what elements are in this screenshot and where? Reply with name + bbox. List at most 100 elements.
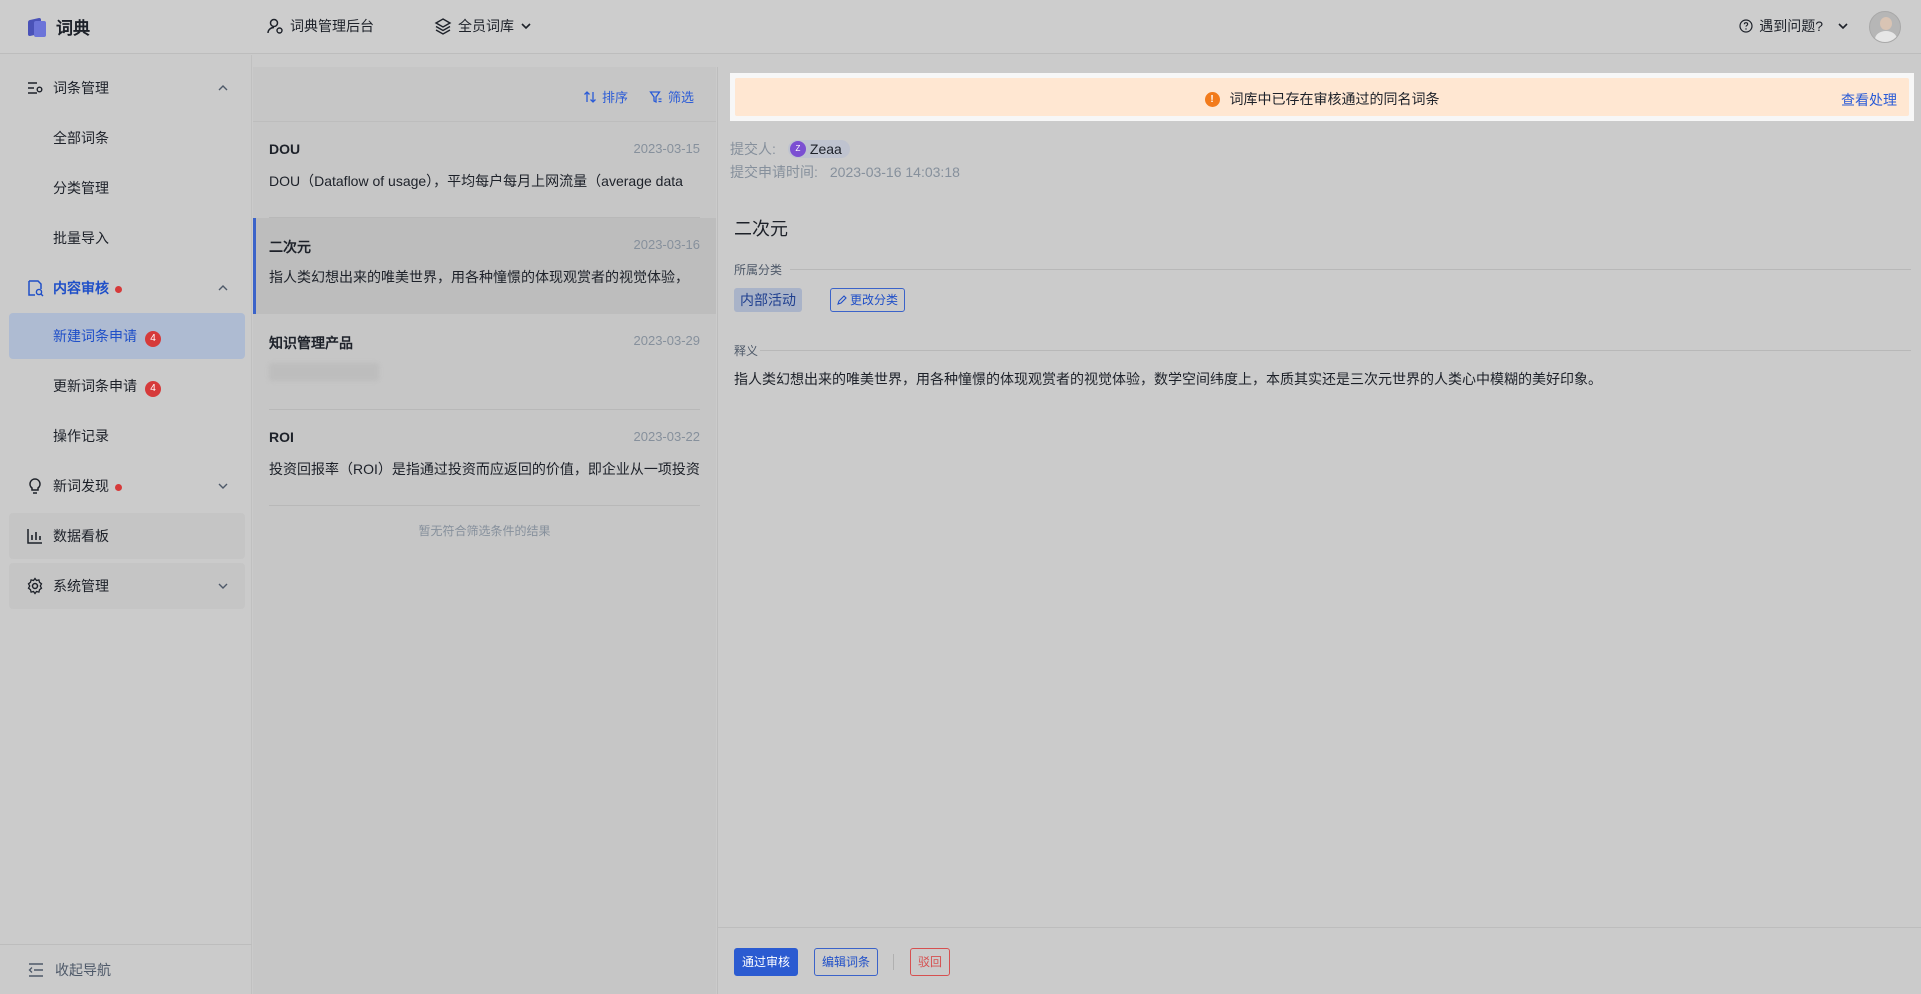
list-item-title: ROI [269,429,294,445]
sort-button[interactable]: 排序 [583,87,628,106]
term-title: 二次元 [734,219,788,239]
user-avatar[interactable] [1869,11,1901,43]
list-item-desc: 投资回报率（ROI）是指通过投资而应返回的价值，即企业从一项投资 [269,461,699,477]
bar-chart-icon [26,527,44,545]
list-toolbar: 排序 筛选 [253,67,716,122]
list-item-date: 2023-03-16 [633,237,701,252]
list-item-date: 2023-03-15 [633,141,701,156]
filter-label: 筛选 [668,90,695,105]
document-review-icon [26,279,44,297]
library-selector[interactable]: 全员词库 [434,16,532,36]
request-list-panel: 排序 筛选 DOU 2023-03-15 DOU（Dataflow of usa… [253,67,716,994]
sidebar: 词条管理 全部词条 分类管理 批量导入 内容审核 新建词条申请 4 更新词条申请 4… [0,55,252,994]
duplicate-alert: ! 词库中已存在审核通过的同名词条 查看处理 [730,73,1914,121]
sidebar-group-label: 内容审核 [53,278,122,298]
chevron-down-icon [1837,20,1849,32]
notification-dot [115,484,122,491]
count-badge: 4 [145,380,161,397]
list-item[interactable]: DOU 2023-03-15 DOU（Dataflow of usage），平均… [253,122,716,218]
divider [269,505,700,506]
list-item-title: 二次元 [269,239,311,255]
user-settings-icon [266,17,284,35]
sort-icon [583,90,597,104]
book-logo-icon [26,16,48,38]
sidebar-item-label: 全部词条 [53,130,109,146]
empty-result-text: 暂无符合筛选条件的结果 [418,524,551,538]
sidebar-item-update-entry-requests[interactable]: 更新词条申请 4 [9,363,245,409]
sidebar-item-text: 新建词条申请 [53,327,137,344]
admin-console-link[interactable]: 词典管理后台 [266,16,374,36]
sidebar-group-label: 新词发现 [53,476,122,496]
sidebar-group-label: 词条管理 [53,80,109,96]
reject-button[interactable]: 驳回 [910,948,951,976]
submitter-row: 提交人: Z Zeaa [730,139,850,159]
count-badge: 4 [145,330,161,347]
submit-time-value: 2023-03-16 14:03:18 [829,164,960,180]
view-handle-link[interactable]: 查看处理 [1841,90,1897,110]
list-item[interactable]: 知识管理产品 2023-03-29 [253,314,716,410]
chevron-up-icon [217,82,229,94]
gear-icon [26,577,44,595]
alert-message: ! 词库中已存在审核通过的同名词条 [735,89,1909,109]
action-bar: 通过审核 编辑词条 驳回 [718,927,1921,994]
sidebar-group-label: 系统管理 [53,578,109,594]
chevron-down-icon [520,20,532,32]
sidebar-group-system-management[interactable]: 系统管理 [9,563,245,609]
chevron-up-icon [217,282,229,294]
sidebar-item-all-entries[interactable]: 全部词条 [9,115,245,161]
list-item-title: DOU [269,141,301,157]
sort-label: 排序 [602,90,629,105]
list-item[interactable]: ROI 2023-03-22 投资回报率（ROI）是指通过投资而应返回的价值，即… [253,410,716,506]
change-category-label: 更改分类 [850,293,899,307]
admin-console-label: 词典管理后台 [290,18,374,34]
divider [760,350,1911,351]
alert-text: 词库中已存在审核通过的同名词条 [1229,91,1440,107]
list-item-date: 2023-03-22 [633,429,701,444]
sidebar-item-new-entry-requests[interactable]: 新建词条申请 4 [9,313,245,359]
submitter-avatar: Z [789,141,806,157]
sidebar-group-new-word-discovery[interactable]: 新词发现 [9,463,245,509]
submitter-chip[interactable]: Z Zeaa [787,140,850,158]
list-item-date: 2023-03-29 [633,333,701,348]
chevron-down-icon [217,480,229,492]
change-category-button[interactable]: 更改分类 [830,288,906,312]
sidebar-group-label: 数据看板 [53,528,109,544]
notification-dot [115,286,122,293]
layers-icon [434,17,452,35]
list-item-desc: DOU（Dataflow of usage），平均每户每月上网流量（averag… [269,173,683,189]
submit-time-label: 提交申请时间: [730,164,818,180]
approve-button[interactable]: 通过审核 [734,948,799,976]
app-logo[interactable]: 词典 [26,14,90,39]
divider [893,954,894,970]
list-settings-icon [26,79,44,97]
sidebar-item-operation-log[interactable]: 操作记录 [9,413,245,459]
category-tag: 内部活动 [734,288,802,312]
edit-entry-button[interactable]: 编辑词条 [814,948,879,976]
sidebar-group-text: 内容审核 [53,280,109,296]
library-label: 全员词库 [458,18,514,34]
top-bar: 词典 词典管理后台 全员词库 遇到问题? [0,0,1921,54]
divider [790,269,1911,270]
submitter-label: 提交人: [730,141,776,157]
warning-icon: ! [1204,91,1220,107]
sidebar-group-entry-management[interactable]: 词条管理 [9,65,245,111]
sidebar-item-batch-import[interactable]: 批量导入 [9,215,245,261]
sidebar-item-label: 操作记录 [53,428,109,444]
collapse-nav-button[interactable]: 收起导航 [0,944,252,994]
sidebar-item-label: 新建词条申请 4 [53,326,161,347]
sidebar-item-label: 批量导入 [53,230,109,246]
chevron-down-icon [217,580,229,592]
help-menu[interactable]: 遇到问题? [1739,16,1849,36]
sidebar-item-dashboard[interactable]: 数据看板 [9,513,245,559]
sidebar-item-category-management[interactable]: 分类管理 [9,165,245,211]
list-item-selected[interactable]: 二次元 2023-03-16 指人类幻想出来的唯美世界，用各种憧憬的体现观赏者的… [253,218,716,314]
filter-button[interactable]: 筛选 [649,87,694,106]
lightbulb-icon [26,477,44,495]
sidebar-group-content-review[interactable]: 内容审核 [9,265,245,311]
definition-label: 释义 [734,344,759,358]
edit-icon [837,295,847,305]
category-label: 所属分类 [734,263,783,277]
submit-time-row: 提交申请时间: 2023-03-16 14:03:18 [730,162,960,182]
sidebar-item-label: 更新词条申请 4 [53,376,161,397]
definition-text: 指人类幻想出来的唯美世界，用各种憧憬的体现观赏者的视觉体验，数学空间纬度上，本质… [734,371,1602,387]
